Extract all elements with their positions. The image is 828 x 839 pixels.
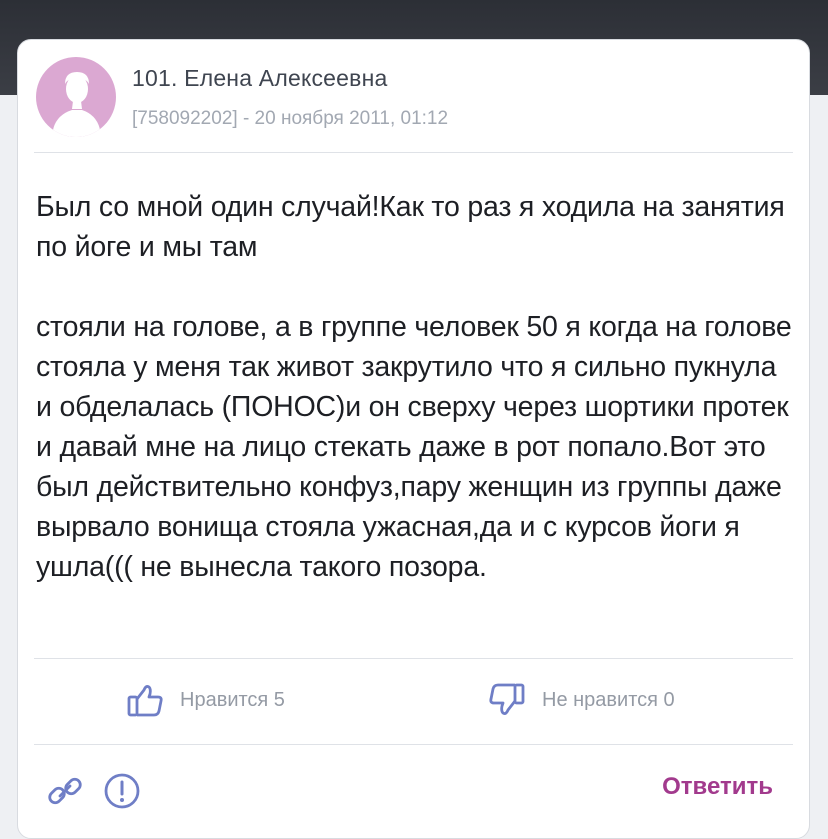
post-meta: [758092202] - 20 ноября 2011, 01:12	[132, 108, 449, 129]
comment-paragraph: стояли на голове, а в группе человек 50 …	[36, 311, 792, 583]
thumbs-down-icon	[489, 683, 525, 715]
comment-card: 101. Елена Алексеевна [758092202] - 20 н…	[17, 39, 810, 839]
comment-paragraph: Был со мной один случай!Как то раз я ход…	[36, 191, 785, 263]
author-name: 101. Елена Алексеевна	[132, 65, 388, 91]
thumbs-up-icon	[127, 685, 163, 717]
dislike-label: Не нравится 0	[542, 688, 675, 711]
user-silhouette-icon	[52, 72, 101, 137]
divider	[34, 152, 793, 153]
dislike-button[interactable]: Не нравится 0	[488, 682, 675, 718]
divider	[34, 744, 793, 745]
like-label: Нравится 5	[180, 688, 285, 711]
link-button[interactable]	[46, 772, 84, 810]
like-button[interactable]: Нравится 5	[126, 682, 285, 718]
divider	[34, 658, 793, 659]
reply-button[interactable]: Ответить	[662, 773, 773, 801]
report-button[interactable]	[103, 772, 141, 810]
avatar[interactable]	[36, 57, 116, 137]
comment-body: Был со мной один случай!Как то раз я ход…	[36, 187, 796, 587]
exclamation-circle-icon	[104, 773, 140, 809]
link-icon	[48, 777, 82, 805]
